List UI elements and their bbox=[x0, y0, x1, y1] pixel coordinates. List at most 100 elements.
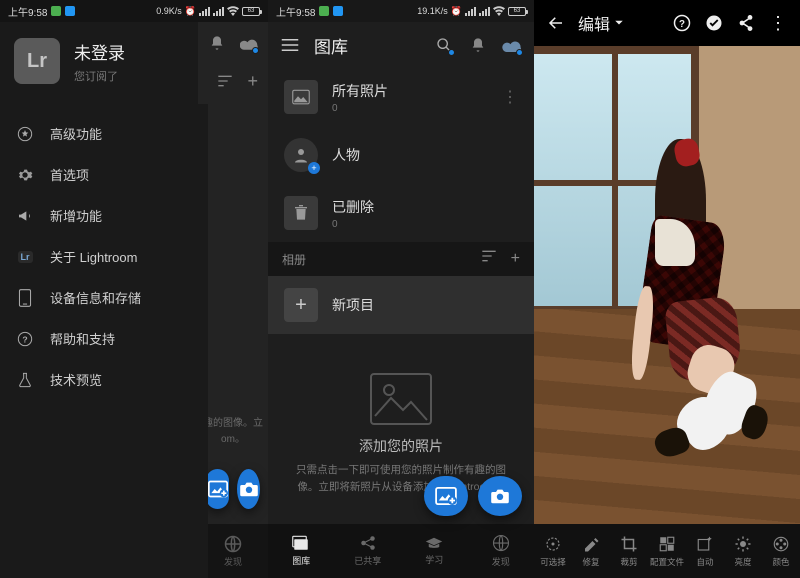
empty-image-icon bbox=[369, 372, 433, 426]
battery-icon: 63 bbox=[508, 7, 526, 16]
editor-panel: 编辑 ? ⋮ 可选择 修复 裁剪 配置文件 自动 亮度 颜色 bbox=[534, 0, 800, 578]
nav-label: 已共享 bbox=[354, 554, 381, 567]
more-icon[interactable]: ⋮ bbox=[768, 13, 788, 33]
nav-label: 图库 bbox=[292, 554, 310, 567]
list-label: 所有照片 bbox=[332, 81, 488, 101]
list-item-all-photos[interactable]: 所有照片0 ⋮ bbox=[268, 68, 534, 126]
fab-row bbox=[424, 476, 522, 516]
albums-section-header: 相册 + bbox=[268, 242, 534, 276]
photos-icon bbox=[284, 80, 318, 114]
tool-label: 自动 bbox=[696, 556, 713, 568]
status-bar: 上午9:58 0.9K/s ⏰ 63 bbox=[0, 0, 268, 22]
photo-content bbox=[534, 46, 800, 524]
editor-header: 编辑 ? ⋮ bbox=[534, 0, 800, 46]
trash-icon bbox=[284, 196, 318, 230]
drawer-panel: 上午9:58 0.9K/s ⏰ 63 + 趣的图像。立om。 bbox=[0, 0, 268, 578]
help-icon: ? bbox=[16, 330, 34, 348]
status-time: 上午9:58 bbox=[8, 4, 47, 19]
tool-label: 配置文件 bbox=[650, 556, 684, 568]
tool-label: 裁剪 bbox=[620, 556, 637, 568]
camera-fab[interactable] bbox=[237, 469, 260, 509]
device-icon bbox=[16, 289, 34, 307]
nav-discover[interactable]: 发现 bbox=[198, 524, 268, 578]
wifi-icon bbox=[493, 6, 505, 16]
account-title: 未登录 bbox=[74, 39, 125, 64]
cloud-icon[interactable] bbox=[240, 33, 258, 53]
bell-icon[interactable] bbox=[208, 33, 226, 53]
back-icon[interactable] bbox=[546, 13, 566, 33]
wifi-icon bbox=[227, 6, 239, 16]
signal-icon bbox=[213, 7, 224, 16]
nav-learn[interactable]: 学习 bbox=[401, 524, 468, 578]
tool-label: 颜色 bbox=[772, 556, 789, 568]
photo-canvas[interactable] bbox=[534, 46, 800, 524]
menu-item-help[interactable]: ? 帮助和支持 bbox=[0, 318, 208, 359]
hamburger-icon[interactable] bbox=[280, 35, 300, 55]
status-indicator-icon bbox=[319, 6, 329, 16]
menu-item-preferences[interactable]: 首选项 bbox=[0, 154, 208, 195]
new-project-label: 新项目 bbox=[332, 295, 374, 315]
tool-label: 亮度 bbox=[734, 556, 751, 568]
tool-color[interactable]: 颜色 bbox=[762, 524, 800, 578]
menu-label: 首选项 bbox=[50, 165, 89, 184]
add-photo-fab[interactable] bbox=[206, 469, 229, 509]
menu-label: 设备信息和存储 bbox=[50, 288, 141, 307]
gear-icon bbox=[16, 166, 34, 184]
bell-icon[interactable] bbox=[468, 35, 488, 55]
list-label: 已删除 bbox=[332, 197, 518, 217]
alarm-icon: ⏰ bbox=[451, 6, 462, 17]
tool-light[interactable]: 亮度 bbox=[724, 524, 762, 578]
empty-title: 添加您的照片 bbox=[359, 436, 443, 456]
tool-profiles[interactable]: 配置文件 bbox=[648, 524, 686, 578]
tool-label: 可选择 bbox=[540, 556, 566, 568]
drawer-header[interactable]: Lr 未登录 您订阅了 bbox=[0, 22, 198, 104]
bottom-nav: 图库 已共享 学习 发现 bbox=[268, 524, 534, 578]
search-icon[interactable] bbox=[434, 35, 454, 55]
tool-auto[interactable]: 自动 bbox=[686, 524, 724, 578]
tool-selective[interactable]: 可选择 bbox=[534, 524, 572, 578]
person-icon: + bbox=[284, 138, 318, 172]
sort-icon[interactable] bbox=[217, 75, 233, 87]
share-icon[interactable] bbox=[736, 13, 756, 33]
status-indicator-icon bbox=[333, 6, 343, 16]
menu-label: 帮助和支持 bbox=[50, 329, 115, 348]
status-netspeed: 0.9K/s bbox=[156, 6, 182, 16]
add-album-icon[interactable]: + bbox=[511, 250, 520, 268]
status-netspeed: 19.1K/s bbox=[417, 6, 448, 16]
flask-icon bbox=[16, 371, 34, 389]
cloud-icon[interactable] bbox=[502, 35, 522, 55]
tool-heal[interactable]: 修复 bbox=[572, 524, 610, 578]
megaphone-icon bbox=[16, 207, 34, 225]
editor-title[interactable]: 编辑 bbox=[578, 11, 660, 35]
star-icon bbox=[16, 125, 34, 143]
status-bar: 上午9:58 19.1K/s ⏰ 63 bbox=[268, 0, 534, 22]
battery-icon: 63 bbox=[242, 7, 260, 16]
sort-icon[interactable] bbox=[481, 250, 497, 268]
tool-crop[interactable]: 裁剪 bbox=[610, 524, 648, 578]
new-project-button[interactable]: + 新项目 bbox=[268, 276, 534, 334]
menu-item-whats-new[interactable]: 新增功能 bbox=[0, 195, 208, 236]
nav-discover[interactable]: 发现 bbox=[468, 524, 535, 578]
svg-text:?: ? bbox=[679, 19, 685, 30]
menu-item-premium[interactable]: 高级功能 bbox=[0, 113, 208, 154]
list-item-people[interactable]: + 人物 bbox=[268, 126, 534, 184]
checkmark-icon[interactable] bbox=[704, 13, 724, 33]
collections-list: 所有照片0 ⋮ + 人物 已删除0 bbox=[268, 68, 534, 242]
list-item-deleted[interactable]: 已删除0 bbox=[268, 184, 534, 242]
background-gallery-peek: + 趣的图像。立om。 发现 bbox=[198, 22, 268, 578]
add-photo-fab[interactable] bbox=[424, 476, 468, 516]
menu-label: 关于 Lightroom bbox=[50, 247, 137, 266]
nav-shared[interactable]: 已共享 bbox=[335, 524, 402, 578]
menu-item-about[interactable]: Lr 关于 Lightroom bbox=[0, 236, 208, 277]
menu-item-tech-preview[interactable]: 技术预览 bbox=[0, 359, 208, 400]
more-icon[interactable]: ⋮ bbox=[502, 87, 518, 107]
signal-icon bbox=[199, 7, 210, 16]
camera-fab[interactable] bbox=[478, 476, 522, 516]
help-icon[interactable]: ? bbox=[672, 13, 692, 33]
nav-label: 发现 bbox=[492, 555, 510, 568]
tool-label: 修复 bbox=[582, 556, 599, 568]
gallery-header: 图库 bbox=[268, 22, 534, 68]
nav-gallery[interactable]: 图库 bbox=[268, 524, 335, 578]
menu-item-device-storage[interactable]: 设备信息和存储 bbox=[0, 277, 208, 318]
plus-icon[interactable]: + bbox=[247, 71, 258, 92]
